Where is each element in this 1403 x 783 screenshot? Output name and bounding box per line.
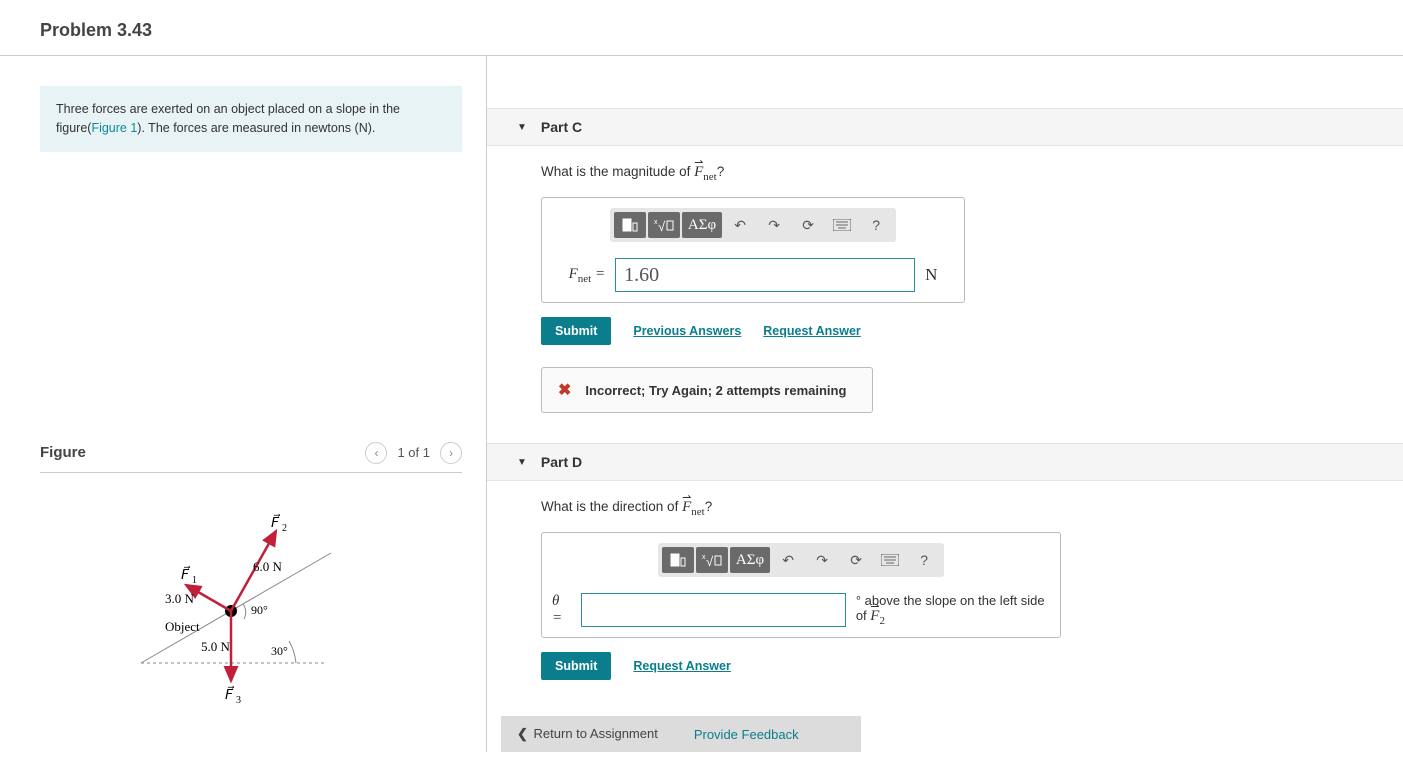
template-icon	[670, 553, 686, 567]
greek-button[interactable]: ΑΣφ	[682, 212, 722, 238]
fnet-lhs: Fnet =	[569, 266, 606, 285]
help-button[interactable]: ?	[860, 212, 892, 238]
request-answer-link[interactable]: Request Answer	[763, 324, 860, 338]
q-text2: ?	[717, 164, 725, 179]
root-button[interactable]: x√	[648, 212, 680, 238]
provide-feedback-link[interactable]: Provide Feedback	[694, 727, 799, 742]
request-answer-link[interactable]: Request Answer	[633, 659, 730, 673]
keyboard-icon	[881, 554, 899, 566]
part-d-unit: ° above the slope on the left side of ⇀F…	[856, 593, 1050, 627]
help-button[interactable]: ?	[908, 547, 940, 573]
reset-button[interactable]: ⟳	[792, 212, 824, 238]
caret-down-icon: ▼	[517, 457, 527, 468]
q-text: What is the direction of	[541, 499, 682, 514]
part-d-submit-button[interactable]: Submit	[541, 652, 611, 680]
q-sub: net	[691, 506, 704, 518]
part-c-unit: N	[925, 265, 937, 285]
part-c-question: What is the magnitude of ⇀Fnet?	[541, 164, 1373, 183]
template-button[interactable]	[662, 547, 694, 573]
prompt-text-after: ). The forces are measured in newtons (N…	[137, 121, 375, 135]
bottom-bar: ❮ Return to Assignment Provide Feedback	[501, 716, 861, 752]
figure-link[interactable]: Figure 1	[91, 121, 137, 135]
feedback-text: Incorrect; Try Again; 2 attempts remaini…	[585, 383, 846, 398]
part-c-header[interactable]: ▼ Part C	[487, 108, 1403, 146]
svg-text:F⃗: F⃗	[271, 513, 281, 531]
equation-toolbar: x√ ΑΣφ ↶ ↷ ⟳ ?	[610, 208, 896, 242]
svg-text:30°: 30°	[271, 644, 288, 658]
svg-text:√: √	[658, 219, 666, 232]
left-column: Three forces are exerted on an object pl…	[0, 56, 487, 752]
template-icon	[622, 218, 638, 232]
right-column: ▼ Part C What is the magnitude of ⇀Fnet?…	[487, 56, 1403, 752]
svg-text:2: 2	[282, 523, 287, 534]
keyboard-button[interactable]	[874, 547, 906, 573]
chevron-left-icon: ❮	[517, 726, 528, 741]
q-text2: ?	[705, 499, 713, 514]
part-d-question: What is the direction of ⇀Fnet?	[541, 499, 1373, 518]
keyboard-button[interactable]	[826, 212, 858, 238]
part-c-answer-input[interactable]	[615, 258, 915, 292]
figure-diagram: F⃗ 2 F⃗ 1 F⃗ 3 6.0 N 3.0 N 5.0 N 90° 30°…	[131, 513, 371, 713]
incorrect-icon: ✖	[558, 380, 571, 400]
redo-button[interactable]: ↷	[758, 212, 790, 238]
page-title: Problem 3.43	[0, 0, 1403, 56]
part-d-answer-box: x√ ΑΣφ ↶ ↷ ⟳ ? θ = ° above the slope on …	[541, 532, 1061, 638]
undo-button[interactable]: ↶	[772, 547, 804, 573]
svg-text:F⃗: F⃗	[225, 685, 235, 703]
figure-counter: 1 of 1	[397, 445, 430, 460]
figure-body: F⃗ 2 F⃗ 1 F⃗ 3 6.0 N 3.0 N 5.0 N 90° 30°…	[40, 473, 462, 713]
part-d-title: Part D	[541, 454, 582, 470]
problem-prompt: Three forces are exerted on an object pl…	[40, 86, 462, 152]
previous-answers-link[interactable]: Previous Answers	[633, 324, 741, 338]
caret-down-icon: ▼	[517, 122, 527, 133]
reset-button[interactable]: ⟳	[840, 547, 872, 573]
q-sub: net	[703, 171, 716, 183]
svg-text:Object: Object	[165, 619, 200, 634]
part-c-submit-button[interactable]: Submit	[541, 317, 611, 345]
svg-text:6.0 N: 6.0 N	[253, 559, 283, 574]
svg-text:1: 1	[192, 575, 197, 586]
root-button[interactable]: x√	[696, 547, 728, 573]
template-button[interactable]	[614, 212, 646, 238]
part-c-feedback: ✖ Incorrect; Try Again; 2 attempts remai…	[541, 367, 873, 413]
keyboard-icon	[833, 219, 851, 231]
svg-text:3.0 N: 3.0 N	[165, 591, 195, 606]
svg-text:90°: 90°	[251, 603, 268, 617]
root-icon: x√	[702, 553, 722, 567]
svg-text:5.0 N: 5.0 N	[201, 639, 231, 654]
part-d-answer-input[interactable]	[581, 593, 846, 627]
figure-heading: Figure	[40, 444, 86, 461]
undo-button[interactable]: ↶	[724, 212, 756, 238]
figure-prev-button[interactable]: ‹	[365, 442, 387, 464]
q-text: What is the magnitude of	[541, 164, 694, 179]
part-d-header[interactable]: ▼ Part D	[487, 443, 1403, 481]
theta-lhs: θ =	[552, 593, 571, 627]
figure-nav: ‹ 1 of 1 ›	[365, 442, 462, 464]
return-to-assignment-link[interactable]: ❮ Return to Assignment	[517, 726, 658, 742]
redo-button[interactable]: ↷	[806, 547, 838, 573]
greek-button[interactable]: ΑΣφ	[730, 547, 770, 573]
svg-text:√: √	[706, 554, 714, 567]
figure-next-button[interactable]: ›	[440, 442, 462, 464]
svg-text:3: 3	[236, 695, 241, 706]
root-icon: x√	[654, 218, 674, 232]
part-c-title: Part C	[541, 119, 582, 135]
part-c-answer-box: x√ ΑΣφ ↶ ↷ ⟳ ? Fnet = N	[541, 197, 965, 303]
equation-toolbar: x√ ΑΣφ ↶ ↷ ⟳ ?	[658, 543, 944, 577]
svg-text:F⃗: F⃗	[181, 565, 191, 583]
